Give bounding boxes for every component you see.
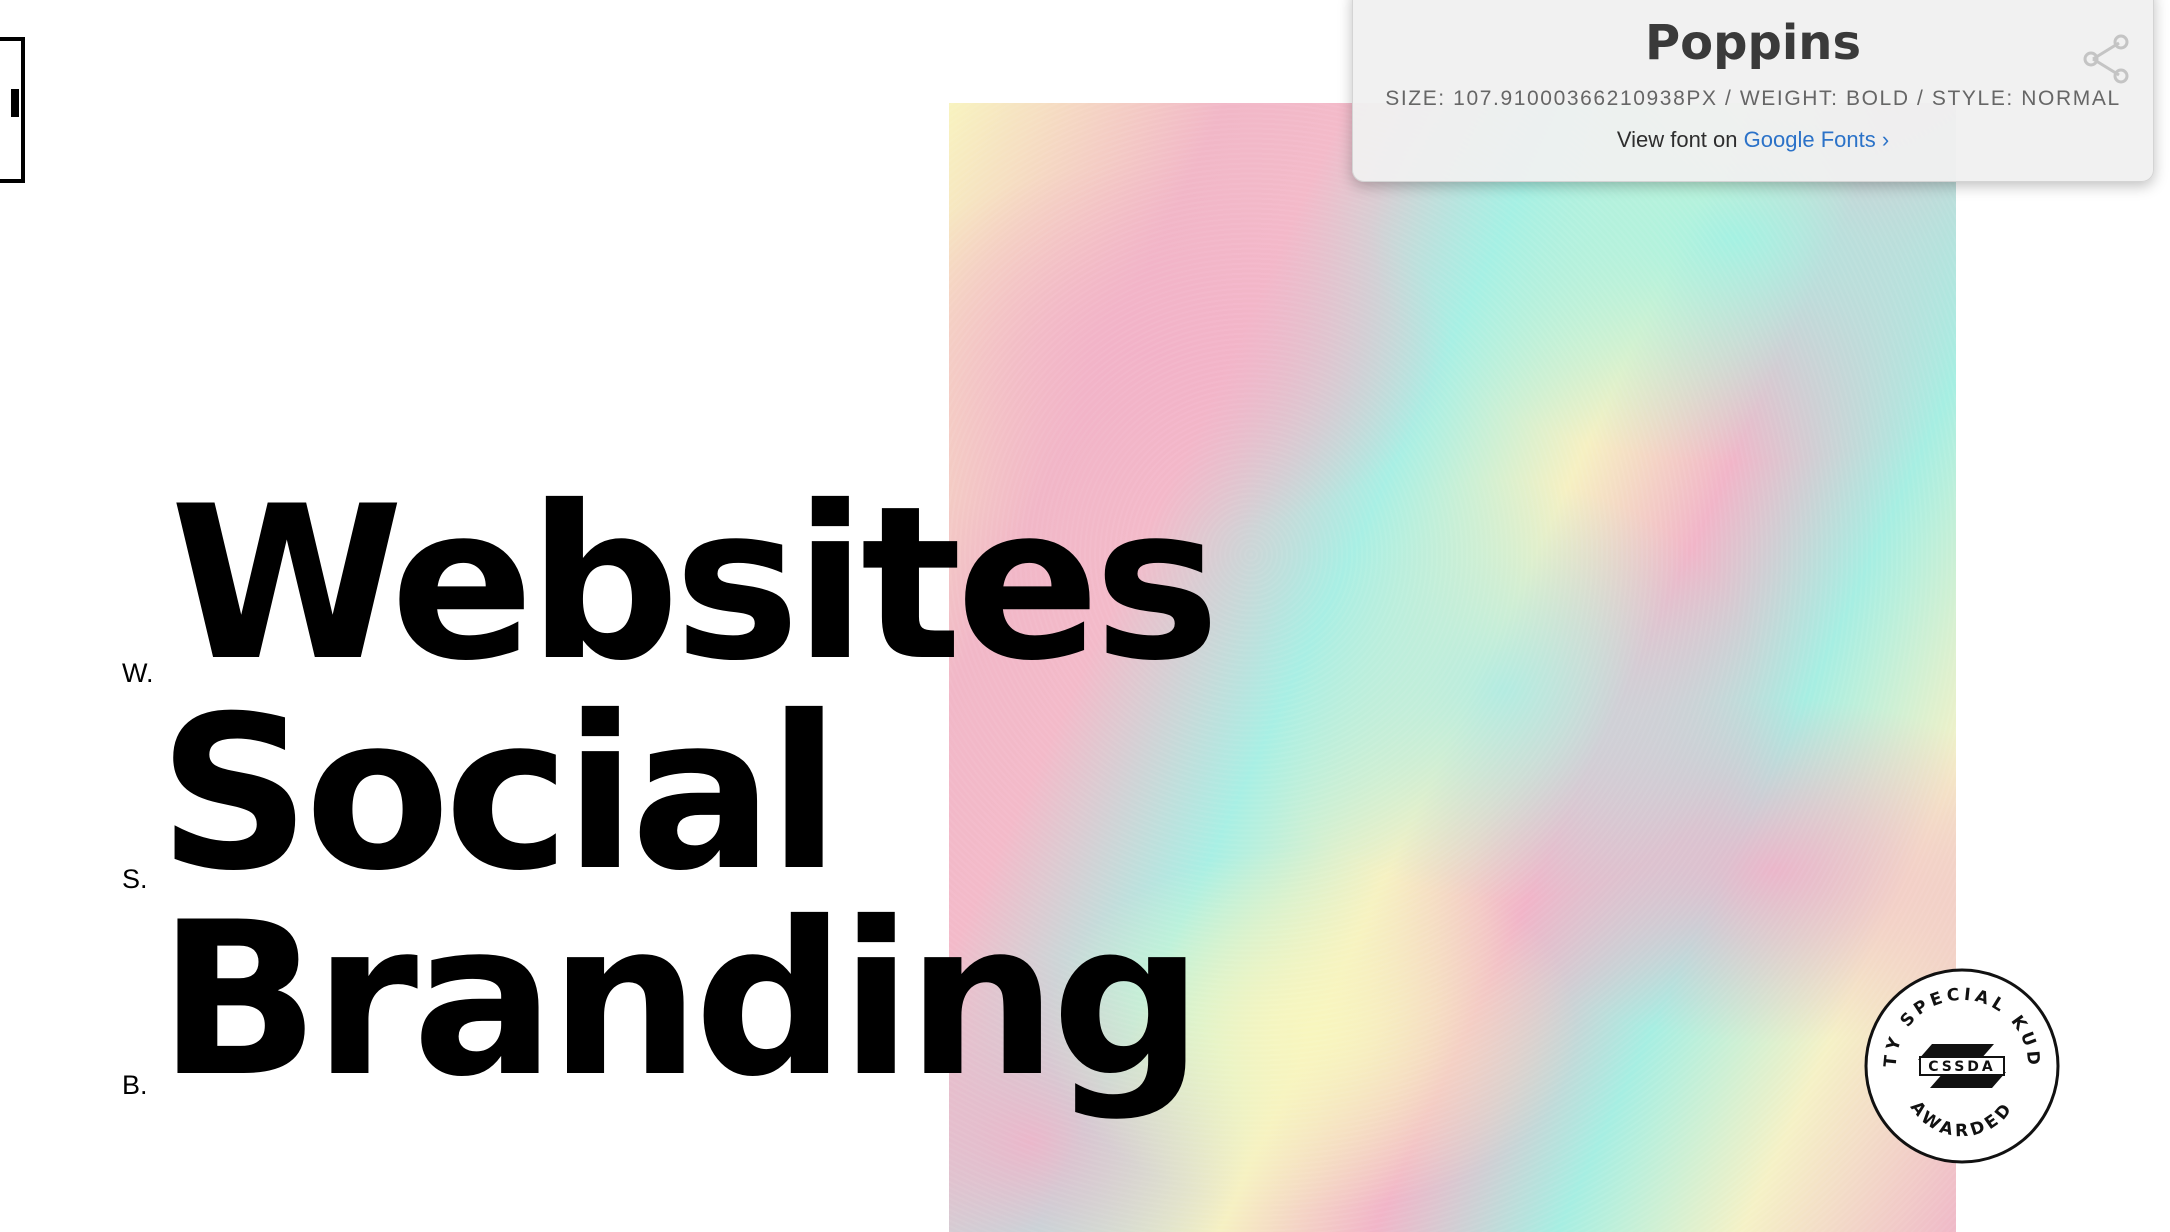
site-logo[interactable]	[0, 37, 25, 183]
font-name: Poppins	[1644, 15, 1862, 71]
headline-word[interactable]: Social	[158, 688, 840, 900]
font-inspector-popover: Poppins SIZE: 107.91000366210938PX / WEI…	[1352, 0, 2154, 182]
font-meta: SIZE: 107.91000366210938PX / WEIGHT: BOL…	[1385, 87, 2121, 110]
view-font-line: View font on Google Fonts ›	[1353, 127, 2153, 153]
row-letter: S.	[122, 864, 148, 894]
row-letter: B.	[122, 1070, 148, 1100]
google-fonts-link[interactable]: Google Fonts ›	[1744, 127, 1890, 152]
view-font-prefix: View font on	[1616, 127, 1738, 152]
row-letter: W.	[122, 658, 154, 688]
logo-mark	[11, 89, 19, 117]
headline-word[interactable]: Websites	[170, 478, 1220, 690]
headline-word[interactable]: Branding	[158, 894, 1203, 1106]
cssda-award-badge[interactable]: DOTY SPECIAL KUDOS AWARDED CSSDA	[1862, 966, 2062, 1166]
badge-center-text: CSSDA	[1928, 1059, 1996, 1075]
share-icon[interactable]	[2081, 33, 2133, 85]
